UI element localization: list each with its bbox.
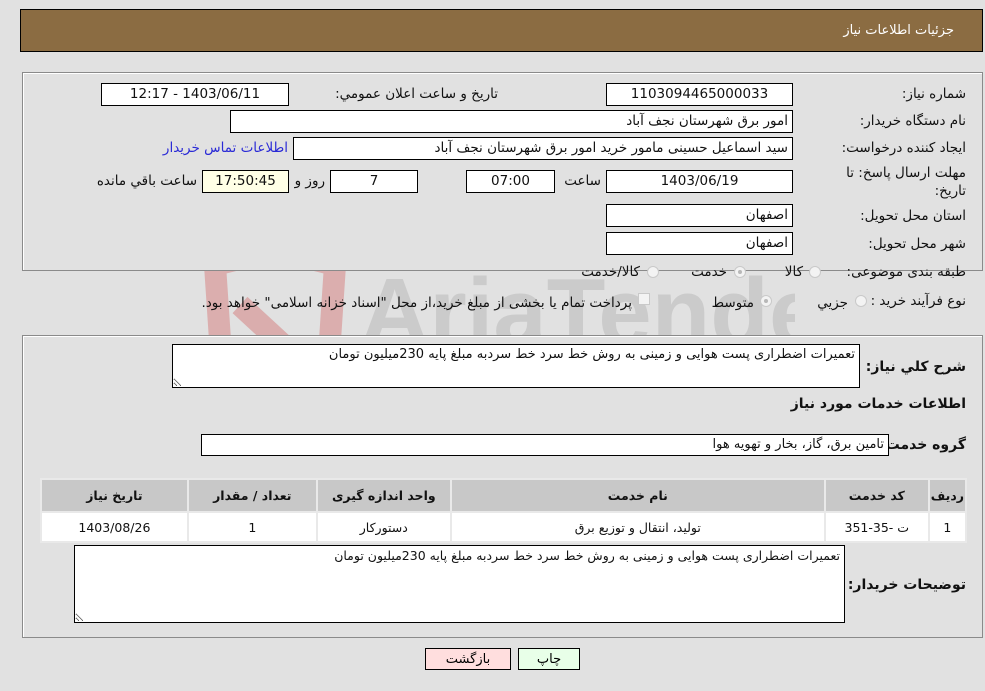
column-header-need-date: تاریخ نیاز	[40, 478, 189, 513]
process-option-medium: متوسط	[711, 295, 754, 311]
announce-field: 1403/06/11 - 12:17	[101, 83, 289, 106]
cell-need-date: 1403/08/26	[40, 511, 189, 543]
deadline-date-field: 1403/06/19	[606, 170, 793, 193]
column-header-quantity: تعداد / مقدار	[186, 478, 318, 513]
table-row: 1 ت -35-351 تولید، انتقال و توزیع برق دس…	[40, 511, 968, 543]
service-group-field: تامین برق، گاز، بخار و تهویه هوا	[201, 434, 889, 456]
buyer-org-field: امور برق شهرستان نجف آباد	[230, 110, 793, 133]
category-radio-service[interactable]	[734, 266, 746, 278]
category-option-service: خدمت	[691, 264, 727, 280]
need-number-field: 1103094465000033	[606, 83, 793, 106]
buyer-contact-link[interactable]: اطلاعات تماس خریدار	[163, 140, 288, 156]
print-button[interactable]: چاپ	[518, 648, 580, 670]
service-group-label: گروه خدمت:	[880, 437, 966, 453]
need-number-label: شماره نیاز:	[901, 86, 966, 102]
page-title: جزئیات اطلاعات نیاز	[843, 23, 954, 38]
days-label: روز و	[294, 173, 325, 189]
days-remaining-field: 7	[330, 170, 418, 193]
cell-service-code: ت -35-351	[823, 511, 930, 543]
treasury-checkbox[interactable]	[638, 293, 650, 305]
category-label: طبقه بندی موضوعی:	[846, 264, 966, 280]
category-radio-goods-service[interactable]	[647, 266, 659, 278]
cell-service-name: تولید، انتقال و توزیع برق	[449, 511, 826, 543]
process-label: نوع فرآیند خرید :	[870, 293, 966, 309]
deadline-label: مهلت ارسال پاسخ: تا تاریخ:	[846, 165, 966, 199]
table-header-row: ردیف کد خدمت نام خدمت واحد اندازه گیری ت…	[40, 478, 968, 513]
summary-panel: شرح کلي نیاز: تعمیرات اضطراری پست هوایی …	[22, 335, 983, 638]
cell-quantity: 1	[186, 511, 318, 543]
buyer-org-label: نام دستگاه خریدار:	[859, 113, 966, 129]
back-button[interactable]: بازگشت	[425, 648, 511, 670]
buyer-notes-textarea[interactable]: تعمیرات اضطراری پست هوایی و زمینی به روش…	[74, 545, 845, 623]
cell-unit: دستورکار	[315, 511, 452, 543]
description-label: شرح کلي نیاز:	[865, 359, 966, 375]
cell-row-number: 1	[927, 511, 968, 543]
column-header-unit: واحد اندازه گیری	[315, 478, 452, 513]
process-option-minor: جزیي	[817, 295, 848, 311]
services-heading: اطلاعات خدمات مورد نیاز	[790, 396, 966, 412]
deadline-time-field: 07:00	[466, 170, 555, 193]
creator-field: سید اسماعیل حسینی مامور خرید امور برق شه…	[293, 137, 793, 160]
process-radio-medium[interactable]	[760, 295, 772, 307]
details-panel: شماره نیاز: 1103094465000033 تاریخ و ساع…	[22, 72, 983, 311]
column-header-service-code: کد خدمت	[823, 478, 930, 513]
process-radio-minor[interactable]	[855, 295, 867, 307]
announce-label: تاریخ و ساعت اعلان عمومي:	[335, 86, 498, 102]
buyer-notes-label: توضیحات خریدار:	[847, 577, 966, 593]
treasury-checkbox-label: پرداخت تمام یا بخشی از مبلغ خرید،از محل …	[201, 295, 632, 311]
category-option-goods-service: کالا/خدمت	[581, 264, 640, 280]
remaining-time-field: 17:50:45	[202, 170, 289, 193]
city-field: اصفهان	[606, 232, 793, 255]
page-header: جزئیات اطلاعات نیاز	[20, 9, 983, 52]
creator-label: ایجاد کننده درخواست:	[841, 140, 966, 156]
city-label: شهر محل تحویل:	[868, 236, 966, 252]
category-option-goods: کالا	[784, 264, 803, 280]
services-table: ردیف کد خدمت نام خدمت واحد اندازه گیری ت…	[40, 478, 968, 543]
deadline-time-label: ساعت	[564, 173, 601, 189]
remaining-time-label: ساعت باقي مانده	[96, 173, 197, 189]
category-radio-goods[interactable]	[809, 266, 821, 278]
description-textarea[interactable]: تعمیرات اضطراری پست هوایی و زمینی به روش…	[172, 344, 860, 388]
province-label: استان محل تحویل:	[860, 208, 966, 224]
province-field: اصفهان	[606, 204, 793, 227]
column-header-row-number: ردیف	[927, 478, 968, 513]
column-header-service-name: نام خدمت	[449, 478, 826, 513]
